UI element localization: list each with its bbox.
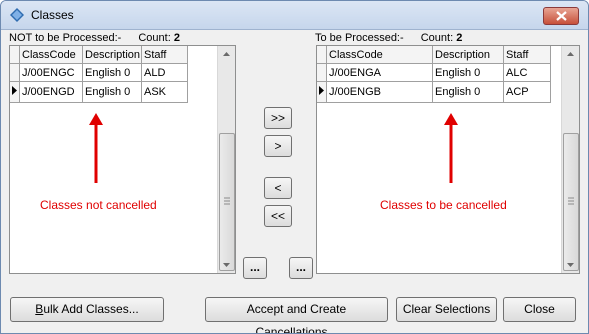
current-row-arrow-icon [319, 86, 324, 95]
window-title: Classes [31, 8, 74, 22]
cell-description: English 0 [432, 81, 504, 103]
right-panel-header: To be Processed:- Count: 2 [315, 32, 462, 44]
scroll-down-button[interactable] [562, 256, 579, 273]
bulk-add-label: ulk Add Classes... [43, 302, 139, 316]
column-header-description[interactable]: Description [82, 46, 142, 64]
right-panel-title: To be Processed:- [315, 32, 404, 44]
cell-staff: ALD [141, 63, 188, 82]
move-all-left-button[interactable]: << [264, 205, 292, 227]
move-right-button[interactable]: > [264, 135, 292, 157]
right-annotation-arrow-icon [444, 113, 458, 183]
table-row[interactable]: J/00ENGB English 0 ACP [317, 81, 551, 103]
cell-classcode: J/00ENGD [19, 81, 83, 103]
table-row[interactable]: J/00ENGA English 0 ALC [317, 63, 551, 82]
right-class-table: ClassCode Description Staff J/00ENGA Eng… [317, 46, 551, 103]
left-count-label: Count: [138, 32, 171, 44]
left-header-row: ClassCode Description Staff [10, 46, 188, 64]
table-row[interactable]: J/00ENGD English 0 ASK [10, 81, 188, 103]
right-count-label: Count: [420, 32, 454, 44]
cell-staff: ASK [141, 81, 188, 103]
current-row-indicator [10, 81, 20, 103]
scroll-up-icon [567, 52, 574, 56]
row-indicator [317, 63, 327, 82]
scroll-thumb[interactable] [219, 133, 235, 271]
cell-classcode: J/00ENGB [326, 81, 433, 103]
column-header-staff[interactable]: Staff [141, 46, 188, 64]
cell-classcode: J/00ENGC [19, 63, 83, 82]
current-row-indicator [317, 81, 327, 103]
right-annotation-text: Classes to be cancelled [380, 198, 507, 212]
left-annotation-arrow-icon [89, 113, 103, 183]
row-indicator-header [317, 46, 327, 64]
window-close-button[interactable] [543, 7, 579, 25]
cell-staff: ALC [503, 63, 551, 82]
grip-icon [568, 197, 574, 205]
left-count-value: 2 [173, 32, 180, 44]
right-header-row: ClassCode Description Staff [317, 46, 551, 64]
classes-dialog: Classes NOT to be Processed:- Count: 2 C… [0, 0, 589, 334]
row-indicator-header [10, 46, 20, 64]
cell-description: English 0 [82, 81, 142, 103]
right-more-options-button[interactable]: ... [289, 257, 313, 279]
cell-description: English 0 [82, 63, 142, 82]
move-left-button[interactable]: < [264, 177, 292, 199]
scroll-up-icon [223, 52, 230, 56]
move-all-right-button[interactable]: >> [264, 107, 292, 129]
left-vertical-scrollbar[interactable] [217, 46, 235, 273]
scroll-down-icon [567, 263, 574, 267]
row-indicator [10, 63, 20, 82]
column-header-classcode[interactable]: ClassCode [19, 46, 83, 64]
left-class-grid[interactable]: ClassCode Description Staff J/00ENGC Eng… [9, 45, 236, 274]
bulk-add-classes-button[interactable]: Bulk Add Classes... [10, 297, 164, 322]
grip-icon [224, 197, 230, 205]
close-button[interactable]: Close [503, 297, 576, 322]
cell-classcode: J/00ENGA [326, 63, 433, 82]
current-row-arrow-icon [12, 86, 17, 95]
column-header-classcode[interactable]: ClassCode [326, 46, 433, 64]
column-header-staff[interactable]: Staff [503, 46, 551, 64]
right-vertical-scrollbar[interactable] [561, 46, 579, 273]
title-bar: Classes [1, 1, 588, 30]
scroll-thumb[interactable] [563, 133, 579, 271]
clear-selections-button[interactable]: Clear Selections [396, 297, 497, 322]
scroll-down-button[interactable] [218, 256, 235, 273]
scroll-up-button[interactable] [562, 46, 579, 63]
column-header-description[interactable]: Description [432, 46, 504, 64]
left-annotation-text: Classes not cancelled [40, 198, 157, 212]
left-more-options-button[interactable]: ... [243, 257, 267, 279]
left-class-table: ClassCode Description Staff J/00ENGC Eng… [10, 46, 188, 103]
app-icon [10, 8, 24, 22]
scroll-up-button[interactable] [218, 46, 235, 63]
left-panel-header: NOT to be Processed:- Count: 2 [9, 32, 180, 44]
left-panel-title: NOT to be Processed:- [9, 32, 122, 44]
cell-description: English 0 [432, 63, 504, 82]
cell-staff: ACP [503, 81, 551, 103]
close-icon [556, 11, 567, 21]
accept-create-cancellations-button[interactable]: Accept and Create Cancellations... [205, 297, 388, 333]
right-count-value: 2 [456, 32, 463, 44]
table-row[interactable]: J/00ENGC English 0 ALD [10, 63, 188, 82]
scroll-down-icon [223, 263, 230, 267]
